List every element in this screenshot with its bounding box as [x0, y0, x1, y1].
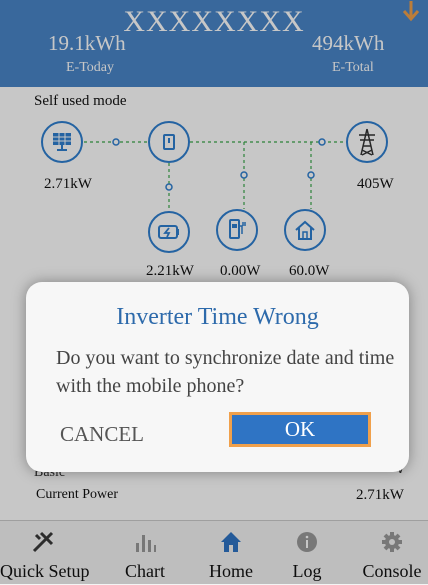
cancel-button[interactable]: CANCEL: [60, 422, 144, 447]
dialog-title: Inverter Time Wrong: [116, 304, 319, 330]
ok-button[interactable]: OK: [229, 412, 371, 447]
time-sync-dialog: Inverter Time Wrong Do you want to synch…: [26, 282, 409, 472]
dialog-message: Do you want to synchronize date and time…: [56, 347, 395, 397]
